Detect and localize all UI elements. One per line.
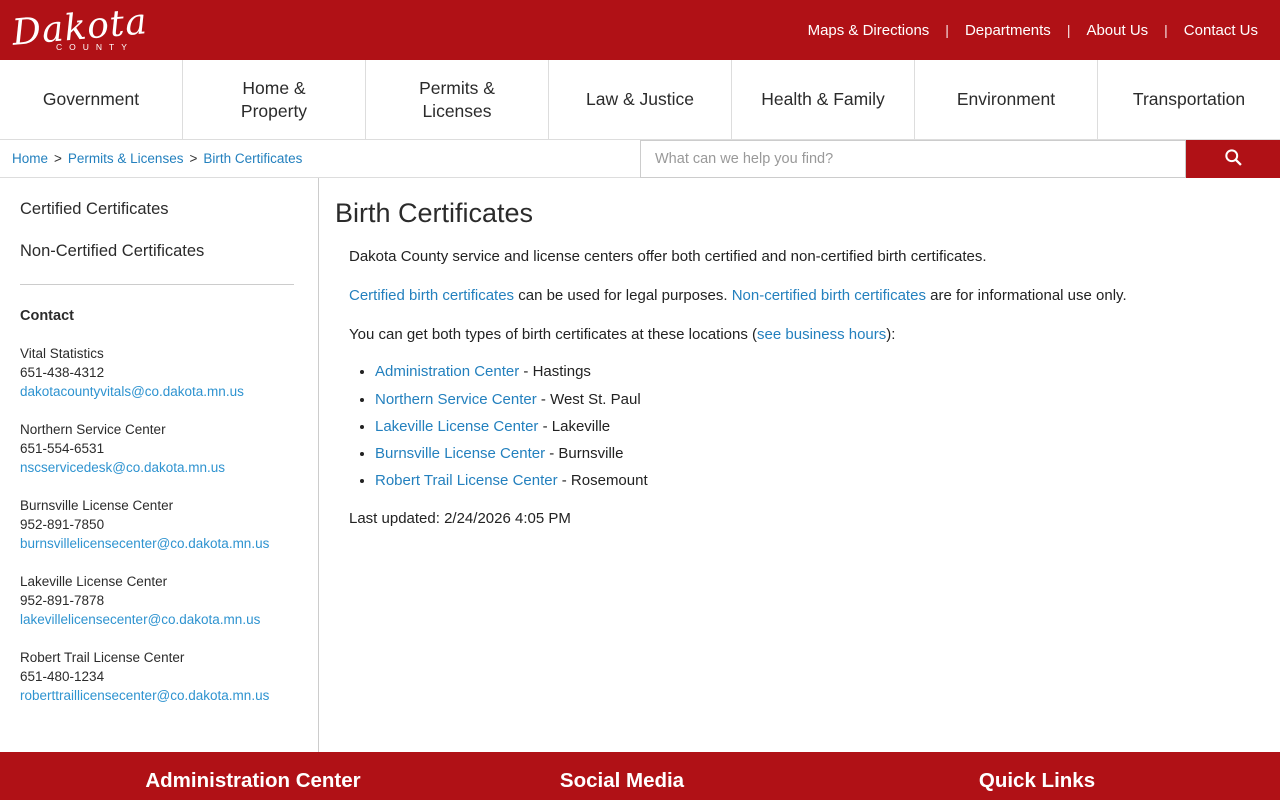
paragraph-text: are for informational use only.	[926, 287, 1127, 304]
lakeville-license-center-link[interactable]: Lakeville License Center	[375, 418, 538, 435]
utility-divider: |	[1164, 22, 1168, 38]
search-button[interactable]	[1186, 140, 1280, 178]
breadcrumb-separator: >	[189, 151, 197, 166]
contact-phone: 952-891-7850	[20, 515, 294, 534]
utility-divider: |	[1067, 22, 1071, 38]
breadcrumb: Home > Permits & Licenses > Birth Certif…	[12, 151, 302, 166]
search-bar	[640, 140, 1280, 178]
contact-email-link[interactable]: burnsvillelicensecenter@co.dakota.mn.us	[20, 536, 269, 551]
nav-item-law-justice[interactable]: Law & Justice	[548, 60, 731, 139]
utility-link-departments[interactable]: Departments	[965, 22, 1051, 39]
non-certified-birth-certificates-link[interactable]: Non-certified birth certificates	[732, 287, 926, 304]
utility-nav: Maps & Directions | Departments | About …	[808, 22, 1258, 39]
list-item: Lakeville License Center - Lakeville	[375, 417, 1240, 437]
search-icon	[1223, 147, 1244, 171]
contact-burnsville-license-center: Burnsville License Center 952-891-7850 b…	[20, 496, 294, 553]
northern-service-center-link[interactable]: Northern Service Center	[375, 391, 537, 408]
certified-paragraph: Certified birth certificates can be used…	[349, 285, 1240, 307]
contact-robert-trail-license-center: Robert Trail License Center 651-480-1234…	[20, 648, 294, 705]
county-logo[interactable]: Dakota COUNTY	[12, 8, 148, 52]
contact-phone: 952-891-7878	[20, 591, 294, 610]
page-title: Birth Certificates	[335, 198, 1240, 229]
paragraph-text: can be used for legal purposes.	[514, 287, 732, 304]
contact-email-link[interactable]: lakevillelicensecenter@co.dakota.mn.us	[20, 612, 260, 627]
list-item: Robert Trail License Center - Rosemount	[375, 471, 1240, 491]
contact-email-link[interactable]: nscservicedesk@co.dakota.mn.us	[20, 460, 225, 475]
contact-phone: 651-438-4312	[20, 363, 294, 382]
site-header: Dakota COUNTY Maps & Directions | Depart…	[0, 0, 1280, 60]
nav-item-health-family[interactable]: Health & Family	[731, 60, 914, 139]
breadcrumb-birth-certificates[interactable]: Birth Certificates	[203, 151, 302, 166]
main-content: Birth Certificates Dakota County service…	[319, 178, 1280, 752]
nav-item-permits-licenses[interactable]: Permits & Licenses	[365, 60, 548, 139]
content-area: Certified Certificates Non-Certified Cer…	[0, 178, 1280, 752]
breadcrumb-separator: >	[54, 151, 62, 166]
paragraph-text: ):	[886, 326, 895, 343]
search-input[interactable]	[640, 140, 1186, 178]
list-item: Northern Service Center - West St. Paul	[375, 390, 1240, 410]
see-business-hours-link[interactable]: see business hours	[757, 326, 886, 343]
contact-name: Robert Trail License Center	[20, 648, 294, 667]
intro-paragraph: Dakota County service and license center…	[349, 246, 1240, 268]
list-item: Administration Center - Hastings	[375, 362, 1240, 382]
burnsville-license-center-link[interactable]: Burnsville License Center	[375, 445, 545, 462]
utility-link-maps-directions[interactable]: Maps & Directions	[808, 22, 930, 39]
contact-name: Vital Statistics	[20, 344, 294, 363]
location-city: - West St. Paul	[537, 391, 641, 408]
certified-birth-certificates-link[interactable]: Certified birth certificates	[349, 287, 514, 304]
utility-link-contact-us[interactable]: Contact Us	[1184, 22, 1258, 39]
locations-list: Administration Center - Hastings Norther…	[349, 362, 1240, 491]
contact-name: Burnsville License Center	[20, 496, 294, 515]
utility-divider: |	[945, 22, 949, 38]
administration-center-link[interactable]: Administration Center	[375, 363, 519, 380]
nav-item-government[interactable]: Government	[0, 60, 182, 139]
last-updated: Last updated: 2/24/2026 4:05 PM	[349, 508, 1240, 530]
sidebar-item-certified-certificates[interactable]: Certified Certificates	[20, 200, 294, 219]
contact-heading: Contact	[20, 308, 294, 324]
main-nav: Government Home & Property Permits & Lic…	[0, 60, 1280, 140]
footer-heading-social-media: Social Media	[560, 769, 684, 793]
contact-name: Lakeville License Center	[20, 572, 294, 591]
location-city: - Rosemount	[558, 472, 648, 489]
contact-name: Northern Service Center	[20, 420, 294, 439]
sidebar: Certified Certificates Non-Certified Cer…	[0, 178, 319, 752]
robert-trail-license-center-link[interactable]: Robert Trail License Center	[375, 472, 558, 489]
contact-phone: 651-480-1234	[20, 667, 294, 686]
nav-item-home-property[interactable]: Home & Property	[182, 60, 365, 139]
breadcrumb-permits-licenses[interactable]: Permits & Licenses	[68, 151, 184, 166]
sidebar-divider	[20, 284, 294, 285]
breadcrumb-home[interactable]: Home	[12, 151, 48, 166]
location-city: - Lakeville	[538, 418, 610, 435]
contact-email-link[interactable]: dakotacountyvitals@co.dakota.mn.us	[20, 384, 244, 399]
contact-vital-statistics: Vital Statistics 651-438-4312 dakotacoun…	[20, 344, 294, 401]
list-item: Burnsville License Center - Burnsville	[375, 444, 1240, 464]
contact-email-link[interactable]: roberttraillicensecenter@co.dakota.mn.us	[20, 688, 269, 703]
footer-heading-quick-links: Quick Links	[979, 769, 1095, 793]
utility-link-about-us[interactable]: About Us	[1086, 22, 1148, 39]
contact-lakeville-license-center: Lakeville License Center 952-891-7878 la…	[20, 572, 294, 629]
paragraph-text: You can get both types of birth certific…	[349, 326, 757, 343]
site-footer: Administration Center Social Media Quick…	[0, 752, 1280, 800]
contact-northern-service-center: Northern Service Center 651-554-6531 nsc…	[20, 420, 294, 477]
location-city: - Hastings	[519, 363, 591, 380]
nav-item-transportation[interactable]: Transportation	[1097, 60, 1280, 139]
location-city: - Burnsville	[545, 445, 623, 462]
contact-phone: 651-554-6531	[20, 439, 294, 458]
sidebar-item-non-certified-certificates[interactable]: Non-Certified Certificates	[20, 242, 294, 261]
nav-item-environment[interactable]: Environment	[914, 60, 1097, 139]
breadcrumb-search-row: Home > Permits & Licenses > Birth Certif…	[0, 140, 1280, 178]
footer-heading-administration-center: Administration Center	[145, 769, 360, 793]
locations-paragraph: You can get both types of birth certific…	[349, 324, 1240, 346]
